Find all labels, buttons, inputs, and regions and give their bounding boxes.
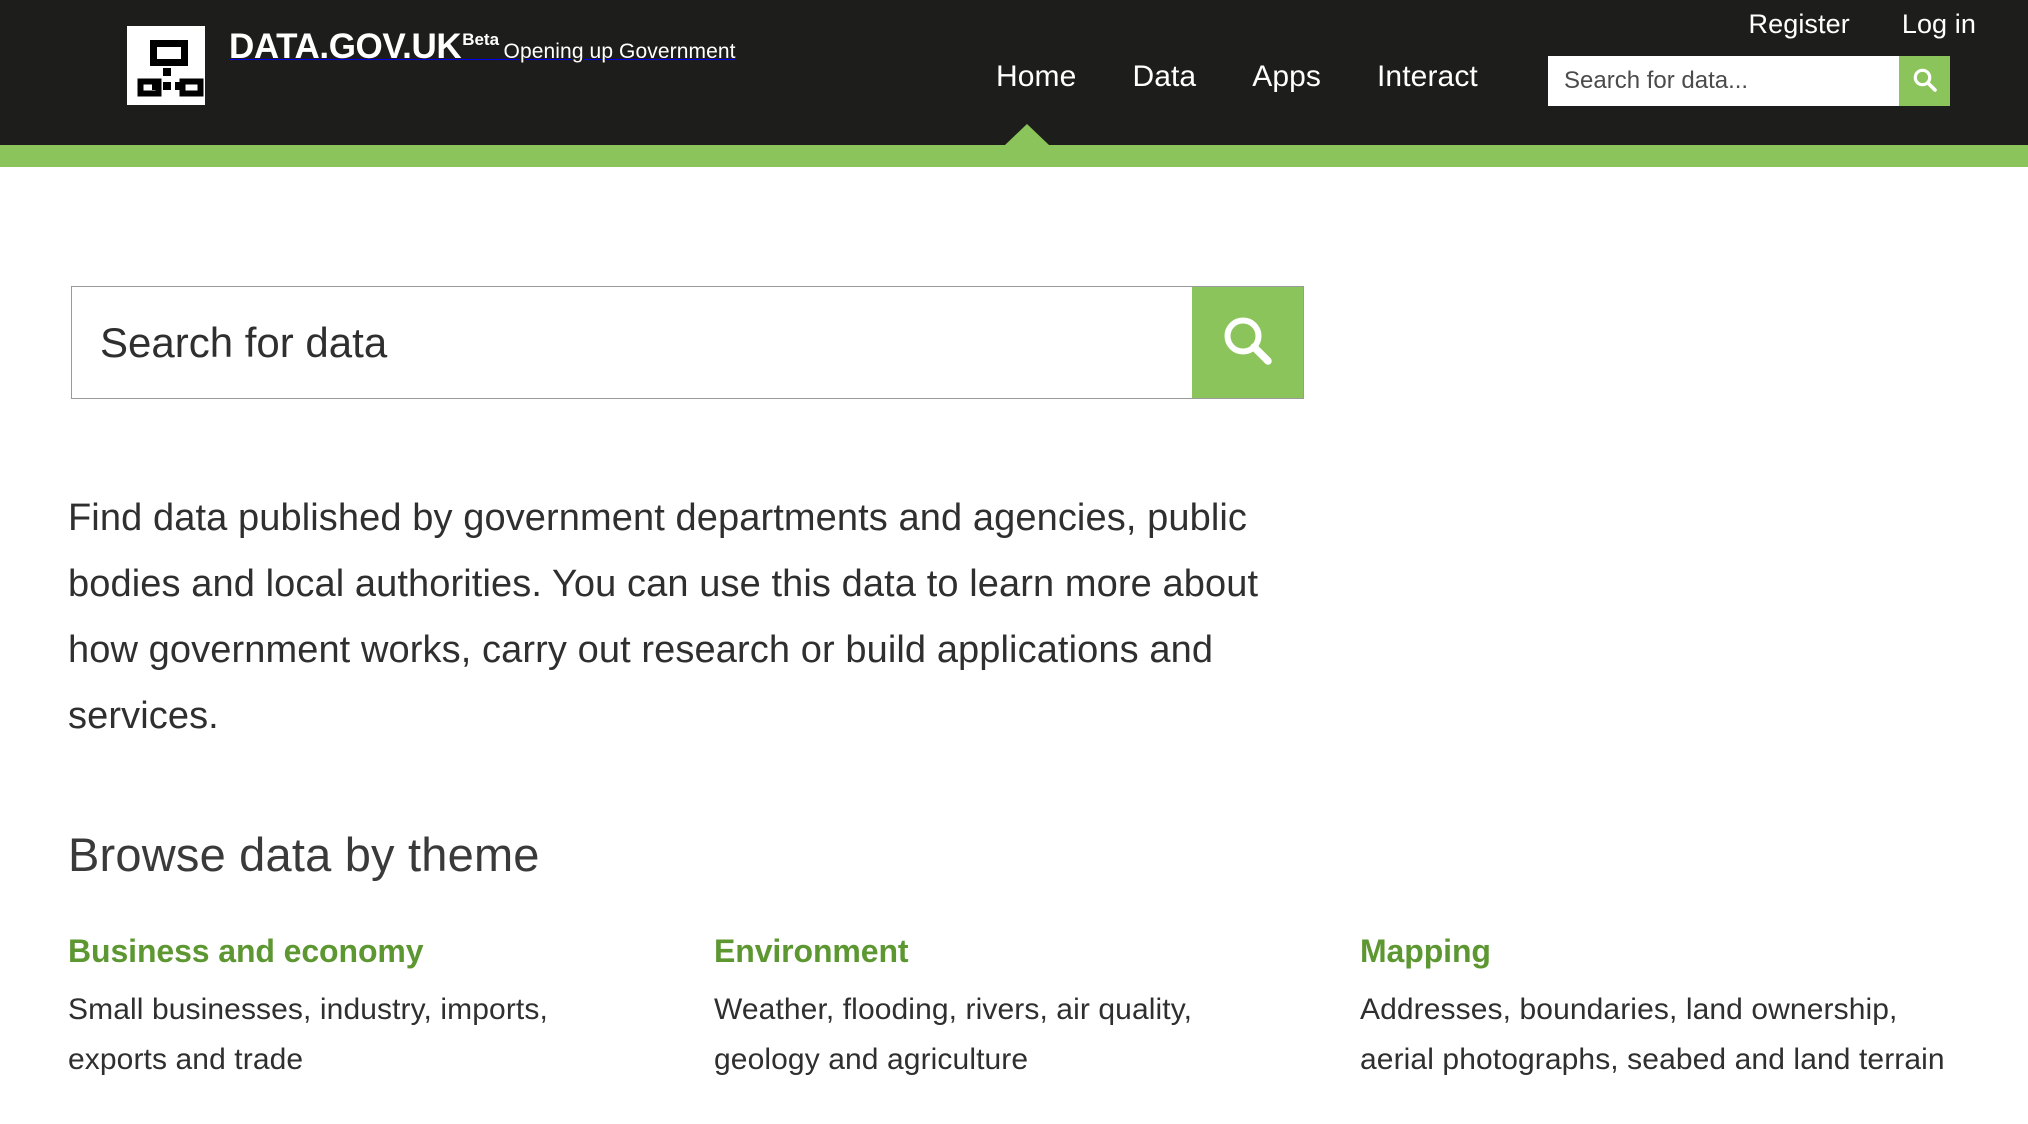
theme-link-mapping[interactable]: Mapping	[1360, 935, 1960, 967]
hero-search-input[interactable]	[72, 287, 1192, 398]
active-nav-pointer-icon	[1005, 124, 1049, 145]
nav-item-interact[interactable]: Interact	[1349, 62, 1506, 92]
theme-list: Business and economy Small businesses, i…	[68, 935, 1960, 1085]
header-green-rule	[0, 145, 2028, 167]
account-links: Register Log in	[1748, 0, 1976, 48]
browse-by-theme-heading: Browse data by theme	[68, 828, 540, 881]
brand-title-text: DATA.GOV.UK	[229, 27, 462, 66]
theme-link-business-and-economy[interactable]: Business and economy	[68, 935, 644, 967]
theme-link-environment[interactable]: Environment	[714, 935, 1290, 967]
intro-paragraph: Find data published by government depart…	[68, 497, 1259, 737]
hero-search-form	[71, 286, 1304, 399]
brand-logo-link[interactable]: DATA.GOV.UKBeta Opening up Government	[127, 26, 736, 105]
data-grid-logo-icon	[127, 26, 205, 105]
header-inner: Register Log in DATA.GOV.UKBeta Opening …	[0, 0, 2028, 145]
header-search-form	[1548, 56, 1950, 106]
log-in-link[interactable]: Log in	[1902, 10, 1976, 38]
header-search-button[interactable]	[1899, 56, 1950, 106]
hero-search-button[interactable]	[1192, 287, 1303, 398]
nav-item-home[interactable]: Home	[968, 62, 1104, 92]
theme-card-business-and-economy: Business and economy Small businesses, i…	[68, 935, 714, 1085]
nav-item-apps[interactable]: Apps	[1224, 62, 1349, 92]
theme-description-environment: Weather, flooding, rivers, air quality, …	[714, 993, 1193, 1076]
main-navigation: Home Data Apps Interact	[968, 62, 1506, 92]
brand-title: DATA.GOV.UKBeta	[229, 27, 499, 66]
brand-tagline: Opening up Government	[503, 40, 736, 63]
register-link[interactable]: Register	[1748, 10, 1849, 38]
beta-badge: Beta	[462, 30, 500, 50]
search-icon	[1912, 67, 1938, 96]
nav-item-data[interactable]: Data	[1104, 62, 1224, 92]
search-icon	[1219, 312, 1277, 373]
site-header: Register Log in DATA.GOV.UKBeta Opening …	[0, 0, 2028, 145]
theme-card-mapping: Mapping Addresses, boundaries, land owne…	[1360, 935, 1960, 1085]
brand-text: DATA.GOV.UKBeta Opening up Government	[229, 26, 736, 64]
theme-description-business-and-economy: Small businesses, industry, imports, exp…	[68, 993, 548, 1076]
theme-card-environment: Environment Weather, flooding, rivers, a…	[714, 935, 1360, 1085]
theme-description-mapping: Addresses, boundaries, land ownership, a…	[1360, 993, 1945, 1076]
header-search-input[interactable]	[1548, 56, 1899, 106]
